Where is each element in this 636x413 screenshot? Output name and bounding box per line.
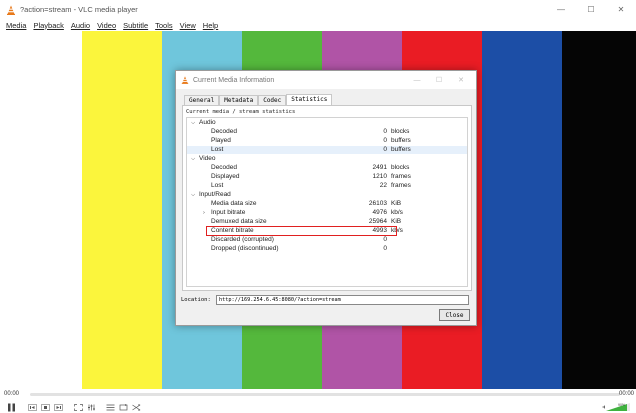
shuffle-button[interactable]	[130, 402, 142, 412]
time-elapsed: 00:00	[4, 391, 20, 397]
fullscreen-icon	[73, 403, 83, 411]
dialog-title: Current Media Information	[193, 76, 275, 84]
previous-button[interactable]	[26, 402, 38, 412]
stop-icon	[40, 403, 50, 411]
color-bar-yellow	[82, 31, 162, 389]
playlist-icon	[106, 404, 114, 410]
location-field[interactable]: http://169.254.6.45:8080/?action=stream	[216, 295, 469, 305]
chevron-down-icon[interactable]: ⌵	[191, 191, 195, 199]
tree-row-demuxed-data-size[interactable]: Demuxed data size 25964 KiB	[187, 218, 467, 226]
highlight-box	[206, 226, 397, 236]
statistics-panel: Current media / stream statistics ⌵ Audi…	[182, 105, 472, 291]
window-titlebar: ?action=stream - VLC media player — ☐ ✕	[0, 0, 636, 19]
tree-row-audio-decoded[interactable]: Decoded 0 blocks	[187, 128, 467, 136]
color-bar-black	[562, 31, 636, 389]
controls-row: 90%	[0, 401, 636, 413]
pause-button[interactable]	[4, 402, 18, 412]
stop-button[interactable]	[39, 402, 51, 412]
dialog-maximize-button[interactable]: ☐	[428, 71, 450, 89]
color-bar-white	[0, 31, 82, 389]
tree-row-audio-lost[interactable]: Lost 0 buffers	[187, 146, 467, 154]
tree-group-audio[interactable]: ⌵ Audio	[187, 119, 467, 127]
dialog-minimize-button[interactable]: —	[406, 71, 428, 89]
menu-audio[interactable]: Audio	[71, 21, 90, 30]
tree-row-video-lost[interactable]: Lost 22 frames	[187, 182, 467, 190]
tree-row-discarded[interactable]: Discarded (corrupted) 0	[187, 236, 467, 244]
time-total: 00:00	[618, 391, 634, 397]
menu-playback[interactable]: Playback	[33, 21, 63, 30]
extended-settings-button[interactable]	[85, 402, 97, 412]
tree-group-input-read[interactable]: ⌵ Input/Read	[187, 191, 467, 199]
window-title: ?action=stream - VLC media player	[20, 5, 138, 14]
tree-row-video-displayed[interactable]: Displayed 1210 frames	[187, 173, 467, 181]
menu-subtitle[interactable]: Subtitle	[123, 21, 148, 30]
loop-icon	[119, 403, 127, 410]
tree-row-input-bitrate[interactable]: › Input bitrate 4976 kb/s	[187, 209, 467, 217]
tree-row-media-data-size[interactable]: Media data size 26103 KiB	[187, 200, 467, 208]
chevron-right-icon[interactable]: ›	[203, 209, 205, 217]
tree-row-dropped[interactable]: Dropped (discontinued) 0	[187, 245, 467, 253]
dialog-close-x-button[interactable]: ✕	[450, 71, 472, 89]
vlc-cone-icon	[181, 76, 189, 84]
seek-slider[interactable]	[30, 393, 620, 396]
volume-level: 90%	[618, 403, 625, 407]
vlc-cone-icon	[7, 5, 15, 15]
menu-tools[interactable]: Tools	[155, 21, 173, 30]
chevron-down-icon[interactable]: ⌵	[191, 119, 195, 127]
tree-row-video-decoded[interactable]: Decoded 2491 blocks	[187, 164, 467, 172]
menu-bar: Media Playback Audio Video Subtitle Tool…	[0, 19, 636, 31]
menu-media[interactable]: Media	[6, 21, 26, 30]
tree-row-audio-played[interactable]: Played 0 buffers	[187, 137, 467, 145]
menu-view[interactable]: View	[180, 21, 196, 30]
color-bar-blue	[482, 31, 562, 389]
equalizer-icon	[87, 404, 95, 410]
media-info-dialog: Current Media Information — ☐ ✕ General …	[175, 70, 477, 326]
menu-help[interactable]: Help	[203, 21, 218, 30]
statistics-caption: Current media / stream statistics	[186, 109, 296, 115]
menu-video[interactable]: Video	[97, 21, 116, 30]
volume-slider[interactable]: 90%	[602, 402, 632, 412]
statistics-tree[interactable]: ⌵ Audio Decoded 0 blocks Played 0 buffer…	[186, 117, 468, 287]
location-label: Location:	[181, 297, 211, 303]
skip-forward-icon	[53, 403, 63, 411]
fullscreen-button[interactable]	[72, 402, 84, 412]
tree-group-video[interactable]: ⌵ Video	[187, 155, 467, 163]
seek-row: 00:00 00:00	[0, 389, 636, 401]
pause-icon	[7, 403, 15, 411]
close-window-button[interactable]: ✕	[606, 0, 636, 19]
next-button[interactable]	[52, 402, 64, 412]
loop-button[interactable]	[117, 402, 129, 412]
close-button[interactable]: Close	[439, 309, 470, 321]
maximize-button[interactable]: ☐	[576, 0, 606, 19]
chevron-down-icon[interactable]: ⌵	[191, 155, 195, 163]
minimize-button[interactable]: —	[546, 0, 576, 19]
shuffle-icon	[131, 403, 140, 411]
skip-back-icon	[27, 403, 37, 411]
dialog-titlebar: Current Media Information — ☐ ✕	[176, 71, 476, 89]
playlist-button[interactable]	[104, 402, 116, 412]
